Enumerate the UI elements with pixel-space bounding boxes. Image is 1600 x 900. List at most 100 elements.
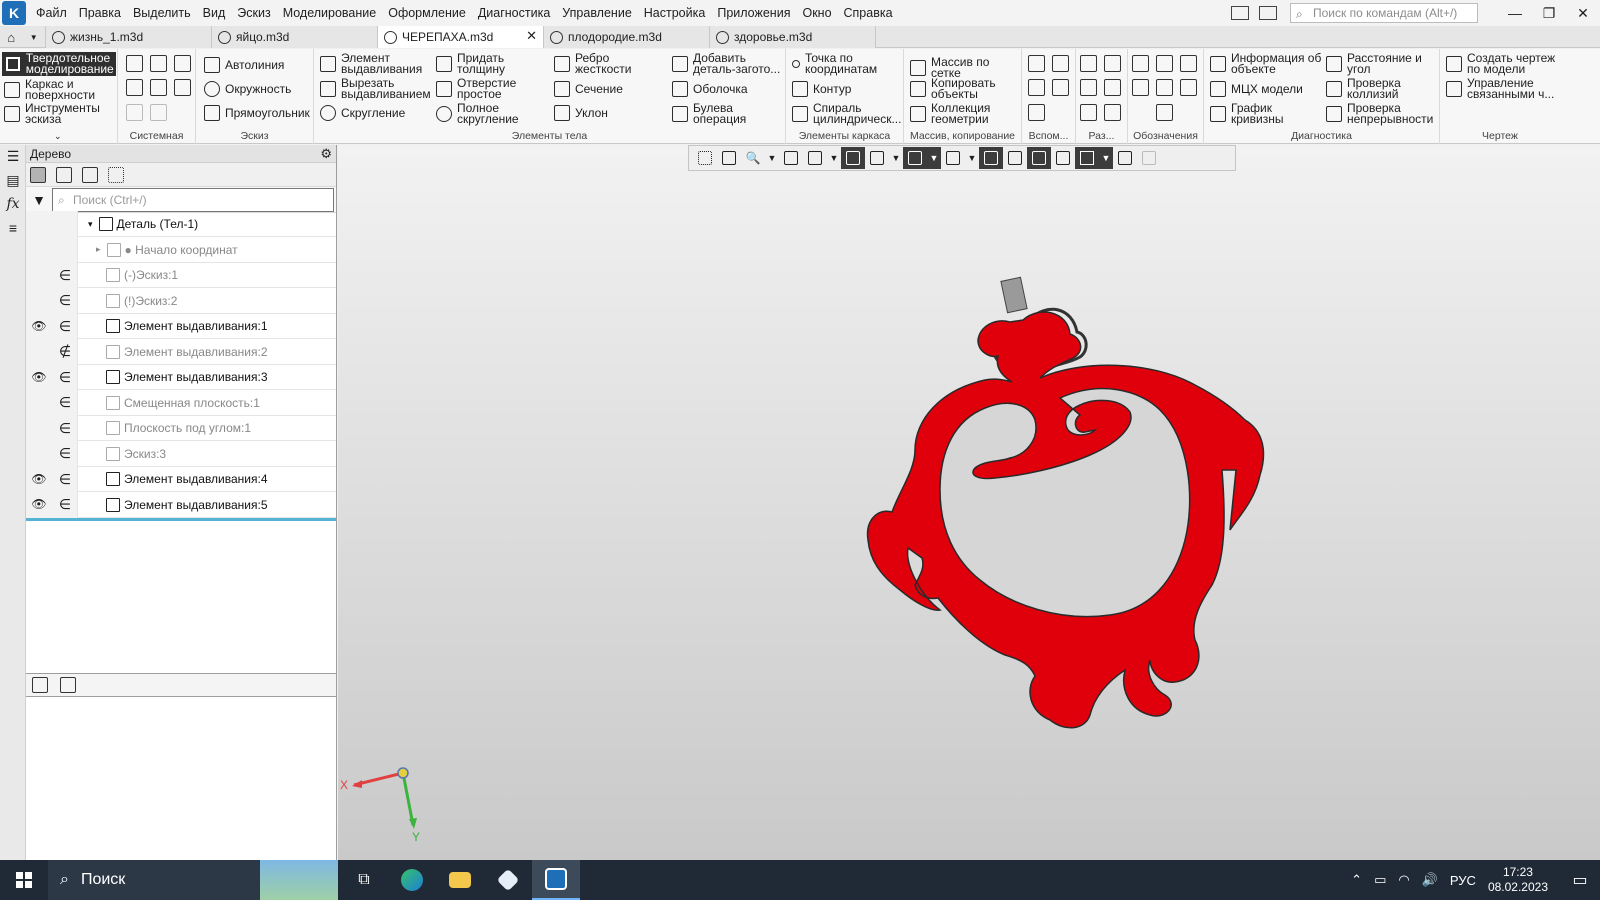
print-icon[interactable] xyxy=(126,79,143,96)
aux-axis-icon[interactable] xyxy=(1052,55,1069,72)
layers-icon[interactable]: ≡ xyxy=(4,219,22,237)
kompas-app[interactable] xyxy=(532,860,580,900)
visibility-eye-icon[interactable]: 👁 xyxy=(26,491,52,517)
app-logo-icon[interactable]: K xyxy=(2,1,26,25)
save-icon[interactable] xyxy=(174,55,191,72)
menu-item[interactable]: Окно xyxy=(796,0,837,26)
close-button[interactable]: ✕ xyxy=(1566,0,1600,26)
model-part[interactable] xyxy=(338,145,1600,860)
tree-row[interactable]: ∉ Элемент выдавливания:2 xyxy=(26,338,336,365)
mode-wireframe-surfaces[interactable]: Каркас и поверхности xyxy=(4,78,116,101)
list-view-tab-icon[interactable] xyxy=(60,677,76,693)
tree-row[interactable]: 👁 ∈ Элемент выдавливания:1 xyxy=(26,313,336,339)
copy-objects-button[interactable]: Копировать объекты xyxy=(910,77,996,100)
dimension-angle-icon[interactable] xyxy=(1104,79,1121,96)
menu-item[interactable]: Выделить xyxy=(127,0,197,26)
visibility-eye-icon[interactable]: 👁 xyxy=(26,364,52,390)
preview-icon[interactable] xyxy=(150,79,167,96)
aux-point-icon[interactable] xyxy=(1028,79,1045,96)
datum-icon[interactable] xyxy=(1156,55,1173,72)
mark-icon[interactable] xyxy=(1180,79,1197,96)
aux-plane-icon[interactable] xyxy=(1028,55,1045,72)
dimension-other-icon[interactable] xyxy=(1104,104,1121,121)
geometry-collection-button[interactable]: Коллекция геометрии xyxy=(910,102,990,125)
point-by-coords-button[interactable]: Точка по координатам xyxy=(792,52,877,75)
task-view-button[interactable]: ⧉ xyxy=(340,860,388,900)
taskbar-search[interactable]: ⌕ Поиск xyxy=(48,860,338,900)
create-drawing-button[interactable]: Создать чертеж по модели xyxy=(1446,52,1555,75)
menu-item[interactable]: Управление xyxy=(556,0,638,26)
tree-search-input[interactable]: ⌕ Поиск (Ctrl+/) xyxy=(52,187,334,212)
tree-row[interactable]: ▾ Деталь (Тел-1) xyxy=(26,211,336,237)
dimension-diameter-icon[interactable] xyxy=(1104,55,1121,72)
visibility-eye-icon[interactable] xyxy=(26,415,52,441)
menu-item[interactable]: Справка xyxy=(838,0,899,26)
dimension-auto-icon[interactable] xyxy=(1080,104,1097,121)
aux-lcs-icon[interactable] xyxy=(1052,79,1069,96)
cube-app[interactable] xyxy=(484,860,532,900)
document-tab[interactable]: здоровье.m3d xyxy=(710,26,876,48)
tree-node[interactable]: Элемент выдавливания:1 xyxy=(106,319,268,333)
command-search-input[interactable]: ⌕ Поиск по командам (Alt+/) xyxy=(1290,3,1478,23)
menu-item[interactable]: Оформление xyxy=(382,0,472,26)
visibility-eye-icon[interactable]: 👁 xyxy=(26,313,52,339)
layout-icon[interactable] xyxy=(1231,6,1249,20)
tree-row[interactable]: 👁 ∈ Элемент выдавливания:5 xyxy=(26,491,336,518)
visibility-eye-icon[interactable] xyxy=(26,262,52,288)
leader-icon[interactable] xyxy=(1132,55,1149,72)
include-in-calc-icon[interactable] xyxy=(52,236,78,262)
tree-selection-icon[interactable] xyxy=(108,166,124,183)
3d-viewport[interactable]: 🔍 ▼ ▼ ▼ ▼ ▼ ▼ X Y xyxy=(338,145,1600,860)
circle-button[interactable]: Окружность xyxy=(204,81,291,97)
include-in-calc-icon[interactable]: ∈ xyxy=(52,389,78,415)
chevron-up-icon[interactable]: ⌃ xyxy=(1351,872,1362,888)
battery-icon[interactable]: ▭ xyxy=(1374,872,1386,888)
full-fillet-button[interactable]: Полное скругление xyxy=(436,102,519,125)
helix-button[interactable]: Спираль цилиндрическ... xyxy=(792,102,901,125)
aux-line-icon[interactable] xyxy=(1028,104,1045,121)
menu-item[interactable]: Правка xyxy=(73,0,127,26)
expand-down-icon[interactable]: ▾ xyxy=(88,219,93,230)
menu-item[interactable]: Настройка xyxy=(638,0,712,26)
tree-node[interactable]: Эскиз:3 xyxy=(106,446,166,461)
curvature-graph-button[interactable]: График кривизны xyxy=(1210,102,1283,125)
properties-panel-icon[interactable]: ▤ xyxy=(4,171,22,189)
tree-node[interactable]: Элемент выдавливания:4 xyxy=(106,472,268,486)
visibility-eye-icon[interactable] xyxy=(26,389,52,415)
chevron-down-icon[interactable]: ▼ xyxy=(30,33,38,42)
gear-icon[interactable]: ⚙ xyxy=(320,145,332,163)
tree-row[interactable]: 👁 ∈ Элемент выдавливания:3 xyxy=(26,364,336,390)
rectangle-button[interactable]: Прямоугольник xyxy=(204,105,310,121)
language-indicator[interactable]: РУС xyxy=(1450,873,1476,888)
start-button[interactable] xyxy=(0,860,48,900)
explorer-app[interactable] xyxy=(436,860,484,900)
tree-structure-icon[interactable] xyxy=(30,166,46,183)
tree-panel-icon[interactable]: ☰ xyxy=(4,147,22,165)
tree-bodies-icon[interactable] xyxy=(82,166,98,183)
autoline-button[interactable]: Автолиния xyxy=(204,57,284,73)
include-in-calc-icon[interactable]: ∈ xyxy=(52,440,78,466)
visibility-eye-icon[interactable] xyxy=(26,211,52,237)
include-in-calc-icon[interactable]: ∈ xyxy=(52,491,78,517)
panel-icon[interactable] xyxy=(1259,6,1277,20)
tree-row[interactable]: ∈ Смещенная плоскость:1 xyxy=(26,389,336,416)
tree-node[interactable]: Элемент выдавливания:3 xyxy=(106,370,268,384)
roughness-icon[interactable] xyxy=(1180,55,1197,72)
dimension-linear-icon[interactable] xyxy=(1080,55,1097,72)
visibility-eye-icon[interactable] xyxy=(26,338,52,364)
wifi-icon[interactable]: ◠ xyxy=(1398,872,1409,888)
save-all-icon[interactable] xyxy=(174,79,191,96)
tree-row[interactable]: ▸ ● Начало координат xyxy=(26,236,336,263)
tree-node[interactable]: Элемент выдавливания:5 xyxy=(106,497,268,512)
volume-icon[interactable]: 🔊 xyxy=(1422,872,1438,888)
tree-node[interactable]: Плоскость под углом:1 xyxy=(106,421,251,435)
rib-button[interactable]: Ребро жесткости xyxy=(554,52,631,75)
menu-item[interactable]: Файл xyxy=(30,0,73,26)
maximize-button[interactable]: ❐ xyxy=(1532,0,1566,26)
expand-right-icon[interactable]: ▸ xyxy=(96,244,101,255)
boolean-button[interactable]: Булева операция xyxy=(672,102,746,125)
mass-properties-button[interactable]: МЦХ модели xyxy=(1210,81,1303,97)
hole-button[interactable]: Отверстие простое xyxy=(436,77,516,100)
undo-icon[interactable] xyxy=(126,104,143,121)
extrude-button[interactable]: Элемент выдавливания xyxy=(320,52,422,75)
